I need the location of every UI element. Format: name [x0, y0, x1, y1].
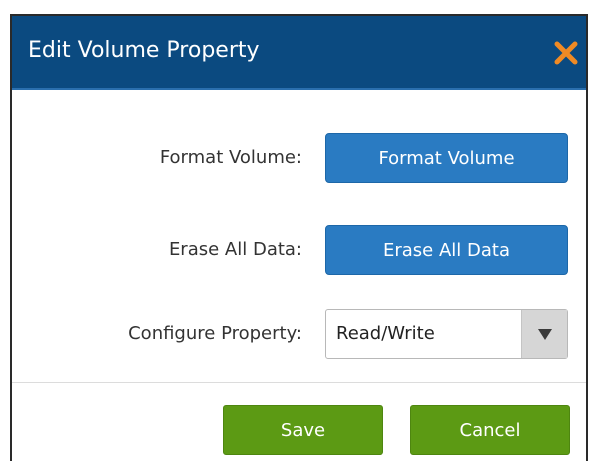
- erase-all-data-label: Erase All Data:: [168, 239, 302, 260]
- select-arrow-button[interactable]: [521, 310, 567, 358]
- configure-property-label: Configure Property:: [128, 323, 302, 344]
- close-icon[interactable]: [550, 37, 582, 69]
- edit-volume-dialog: Edit Volume Property Format Volume: Form…: [10, 14, 588, 461]
- format-volume-label: Format Volume:: [159, 147, 302, 168]
- cancel-button[interactable]: Cancel: [410, 405, 570, 455]
- erase-all-data-button[interactable]: Erase All Data: [325, 225, 568, 275]
- configure-property-value: Read/Write: [336, 323, 435, 344]
- configure-property-select[interactable]: Read/Write: [325, 309, 568, 359]
- triangle-down-icon: [538, 329, 552, 340]
- save-button[interactable]: Save: [223, 405, 383, 455]
- dialog-title: Edit Volume Property: [28, 38, 260, 63]
- footer-divider: [12, 382, 586, 383]
- format-volume-button[interactable]: Format Volume: [325, 133, 568, 183]
- dialog-titlebar: Edit Volume Property: [12, 16, 586, 90]
